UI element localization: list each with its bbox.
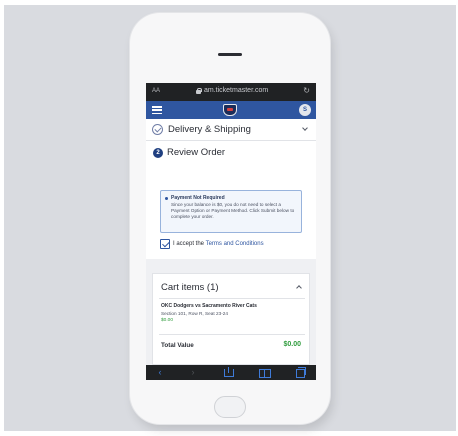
- phone-screen: AA am.ticketmaster.com ↻ S Delivery & Sh…: [146, 83, 316, 380]
- avatar[interactable]: S: [299, 104, 311, 116]
- home-button[interactable]: [214, 396, 246, 418]
- accept-terms-row: I accept the Terms and Conditions: [160, 239, 310, 251]
- phone-speaker: [218, 53, 242, 56]
- step-number-badge: 2: [153, 148, 163, 158]
- delivery-shipping-label: Delivery & Shipping: [168, 124, 251, 135]
- text-size-button[interactable]: AA: [152, 88, 160, 94]
- hamburger-menu-icon[interactable]: [152, 106, 162, 115]
- chevron-down-icon[interactable]: [302, 125, 308, 131]
- reload-icon[interactable]: ↻: [303, 86, 310, 95]
- accept-terms-text: I accept the Terms and Conditions: [173, 241, 264, 247]
- review-order-label: Review Order: [167, 147, 226, 158]
- accept-terms-checkbox[interactable]: [160, 239, 170, 249]
- accept-terms-prefix: I accept the: [173, 240, 206, 247]
- delivery-shipping-section[interactable]: Delivery & Shipping: [146, 119, 316, 141]
- check-circle-icon: [152, 124, 163, 135]
- url-text: am.ticketmaster.com: [204, 87, 269, 94]
- app-header: S: [146, 101, 316, 119]
- team-logo-icon[interactable]: [223, 104, 237, 116]
- terms-and-conditions-link[interactable]: Terms and Conditions: [206, 241, 264, 247]
- review-order-section: 2 Review Order: [146, 141, 316, 165]
- lock-icon: [196, 87, 202, 94]
- browser-url-bar[interactable]: AA am.ticketmaster.com ↻: [146, 83, 316, 101]
- url-display[interactable]: am.ticketmaster.com: [196, 87, 268, 94]
- phone-frame: AA am.ticketmaster.com ↻ S Delivery & Sh…: [130, 13, 330, 424]
